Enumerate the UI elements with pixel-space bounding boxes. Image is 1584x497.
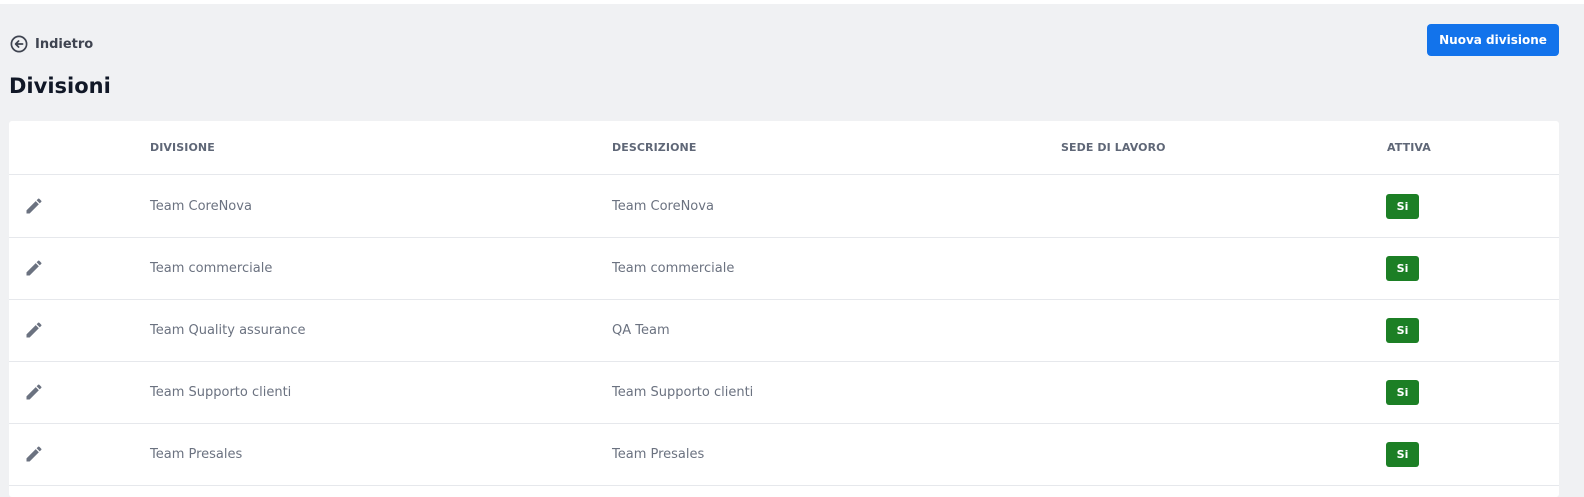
divisions-table: DIVISIONE DESCRIZIONE SEDE DI LAVORO ATT… — [9, 121, 1559, 497]
pencil-icon[interactable] — [24, 258, 44, 278]
back-link[interactable]: Indietro — [10, 34, 93, 54]
pencil-icon[interactable] — [24, 320, 44, 340]
pencil-icon[interactable] — [24, 196, 44, 216]
cell-divisione: Team Supporto clienti — [150, 385, 292, 400]
table-row[interactable]: Team Presales Team Presales Si — [9, 424, 1559, 486]
table-row[interactable]: Team Supporto clienti Team Supporto clien… — [9, 362, 1559, 424]
arrow-left-circle-icon — [10, 35, 28, 53]
cell-divisione: Team CoreNova — [150, 199, 252, 214]
active-status-badge: Si — [1386, 380, 1419, 405]
table-header: DIVISIONE DESCRIZIONE SEDE DI LAVORO ATT… — [9, 121, 1559, 175]
active-status-badge: Si — [1386, 194, 1419, 219]
page: Indietro Nuova divisione Divisioni DIVIS… — [0, 4, 1584, 497]
active-status-badge: Si — [1386, 318, 1419, 343]
table-row[interactable]: Team CoreNova Team CoreNova Si — [9, 176, 1559, 238]
back-label: Indietro — [35, 36, 94, 52]
active-status-badge: Si — [1386, 256, 1419, 281]
page-title: Divisioni — [9, 74, 111, 98]
new-division-button[interactable]: Nuova divisione — [1427, 24, 1559, 56]
column-header-descrizione[interactable]: DESCRIZIONE — [612, 141, 696, 154]
cell-divisione: Team Presales — [150, 447, 243, 462]
cell-descrizione: Team Supporto clienti — [612, 385, 754, 400]
pencil-icon[interactable] — [24, 382, 44, 402]
pencil-icon[interactable] — [24, 444, 44, 464]
cell-divisione: Team Quality assurance — [150, 323, 306, 338]
table-row[interactable]: Team Quality assurance QA Team Si — [9, 300, 1559, 362]
cell-descrizione: QA Team — [612, 323, 670, 338]
cell-descrizione: Team Presales — [612, 447, 705, 462]
column-header-divisione[interactable]: DIVISIONE — [150, 141, 215, 154]
column-header-sede-di-lavoro[interactable]: SEDE DI LAVORO — [1061, 141, 1166, 154]
cell-divisione: Team commerciale — [150, 261, 273, 276]
table-row[interactable]: Team commerciale Team commerciale Si — [9, 238, 1559, 300]
active-status-badge: Si — [1386, 442, 1419, 467]
column-header-attiva[interactable]: ATTIVA — [1387, 141, 1431, 154]
cell-descrizione: Team commerciale — [612, 261, 735, 276]
cell-descrizione: Team CoreNova — [612, 199, 714, 214]
